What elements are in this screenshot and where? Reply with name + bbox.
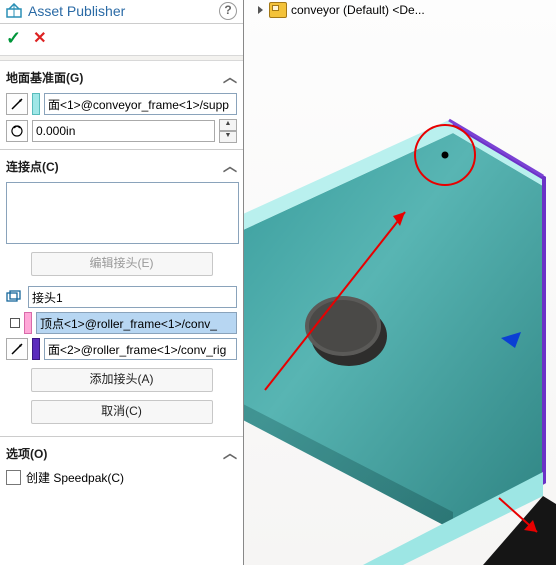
section-title: 选项(O)	[6, 445, 47, 462]
chevron-up-icon: ︿	[223, 443, 237, 463]
tree-expand-icon[interactable]	[258, 6, 263, 14]
section-title: 连接点(C)	[6, 158, 59, 175]
direction-icon[interactable]	[6, 338, 28, 360]
clear-selection-icon[interactable]	[10, 318, 20, 328]
ok-button[interactable]: ✓	[6, 28, 21, 49]
selection-field-2[interactable]: 面<2>@roller_frame<1>/conv_rig	[44, 338, 237, 360]
cancel-connector-button[interactable]: 取消(C)	[31, 400, 213, 424]
section-options[interactable]: 选项(O) ︿	[6, 441, 237, 465]
spinner-down[interactable]: ▼	[219, 131, 237, 143]
feature-tree-node[interactable]: conveyor (Default) <De...	[258, 2, 425, 18]
section-ground-plane[interactable]: 地面基准面(G) ︿	[6, 65, 237, 89]
chevron-up-icon: ︿	[223, 156, 237, 176]
chevron-up-icon: ︿	[223, 67, 237, 87]
angle-field[interactable]: 0.000in	[32, 120, 215, 142]
help-button[interactable]: ?	[219, 2, 237, 20]
assembly-icon	[269, 2, 287, 18]
property-panel: Asset Publisher ? ✓ ✕ 地面基准面(G) ︿ 面<1>@co…	[0, 0, 244, 565]
section-connectors[interactable]: 连接点(C) ︿	[6, 154, 237, 178]
speedpak-checkbox[interactable]	[6, 470, 21, 485]
ground-face-field[interactable]: 面<1>@conveyor_frame<1>/supp	[44, 93, 237, 115]
speedpak-label: 创建 Speedpak(C)	[26, 469, 124, 486]
section-title: 地面基准面(G)	[6, 69, 83, 86]
color-swatch	[32, 338, 40, 360]
tree-node-label: conveyor (Default) <De...	[291, 3, 425, 17]
edit-connector-button[interactable]: 编辑接头(E)	[31, 252, 213, 276]
viewport-3d[interactable]	[243, 0, 556, 565]
spinner-up[interactable]: ▲	[219, 119, 237, 131]
selection-field-1[interactable]: 顶点<1>@roller_frame<1>/conv_	[36, 312, 237, 334]
connector-icon	[6, 290, 22, 304]
add-connector-button[interactable]: 添加接头(A)	[31, 368, 213, 392]
cancel-button[interactable]: ✕	[33, 28, 46, 49]
angle-icon[interactable]	[6, 120, 28, 142]
connectors-listbox[interactable]	[6, 182, 239, 244]
face-select-icon[interactable]	[6, 93, 28, 115]
connector-name-field[interactable]: 接头1	[28, 286, 237, 308]
color-swatch	[24, 312, 32, 334]
color-swatch	[32, 93, 40, 115]
asset-publisher-icon	[6, 3, 22, 19]
panel-title: Asset Publisher	[28, 3, 219, 19]
